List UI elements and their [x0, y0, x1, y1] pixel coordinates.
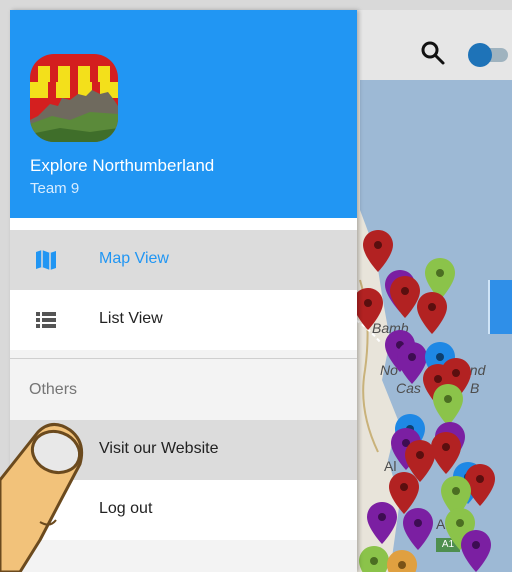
map-marker[interactable]: [363, 230, 393, 272]
map-marker[interactable]: [353, 288, 383, 330]
menu-item-map-view[interactable]: Map View: [10, 230, 357, 290]
menu-item-label: Map View: [99, 250, 169, 267]
app-name: Explore Northumberland: [30, 156, 215, 175]
menu-item-label: Visit our Website: [99, 440, 219, 457]
map-icon: [36, 250, 56, 270]
section-title-others: Others: [29, 381, 78, 398]
team-name: Team 9: [30, 180, 80, 197]
map-marker[interactable]: [417, 292, 447, 334]
app-logo: [30, 54, 118, 142]
map-marker[interactable]: [359, 546, 389, 572]
map-marker[interactable]: [390, 276, 420, 318]
menu-item-label: List View: [99, 310, 163, 327]
map-marker[interactable]: [387, 550, 417, 572]
map-marker[interactable]: [367, 502, 397, 544]
tap-finger-icon: [0, 423, 84, 572]
map-marker[interactable]: [433, 384, 463, 426]
list-icon: [36, 312, 56, 328]
map-marker[interactable]: [397, 342, 427, 384]
map-marker[interactable]: [403, 508, 433, 550]
map-side-panel[interactable]: [488, 280, 512, 334]
menu-divider: [10, 358, 357, 359]
drawer-spacer: [10, 218, 357, 230]
map-marker[interactable]: [461, 530, 491, 572]
toggle-switch[interactable]: [468, 43, 508, 67]
search-icon[interactable]: [420, 40, 446, 66]
drawer-header: Explore Northumberland Team 9: [10, 10, 357, 218]
menu-item-list-view[interactable]: List View: [10, 290, 357, 350]
